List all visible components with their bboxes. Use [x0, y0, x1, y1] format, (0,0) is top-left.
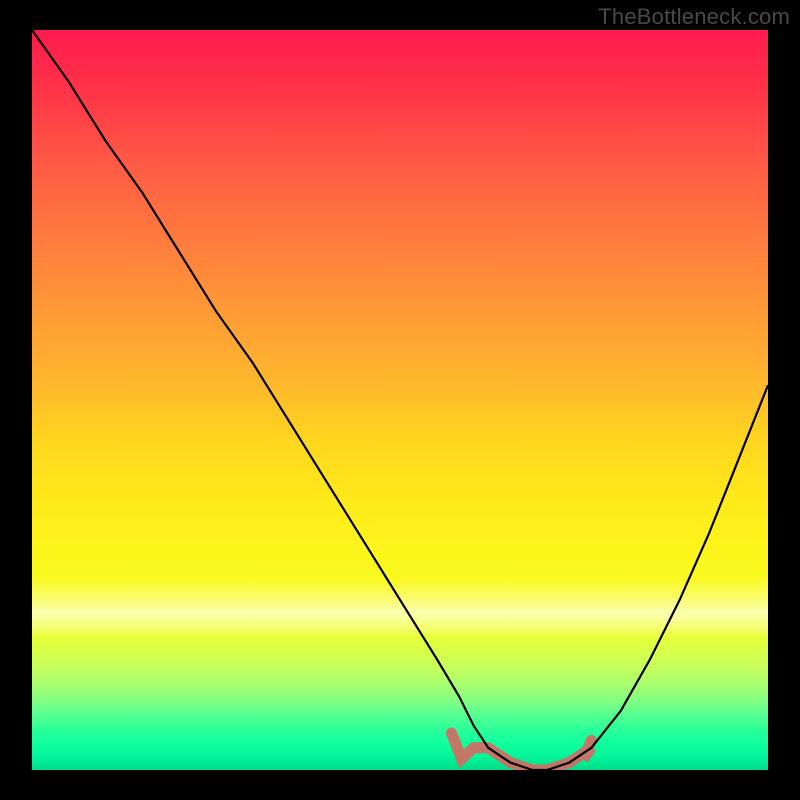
plot-area [32, 30, 768, 770]
chart-frame: TheBottleneck.com [0, 0, 800, 800]
curve-svg [32, 30, 768, 770]
watermark-text: TheBottleneck.com [598, 4, 790, 30]
bottleneck-curve-line [32, 30, 768, 770]
optimal-range-marker [452, 733, 592, 770]
